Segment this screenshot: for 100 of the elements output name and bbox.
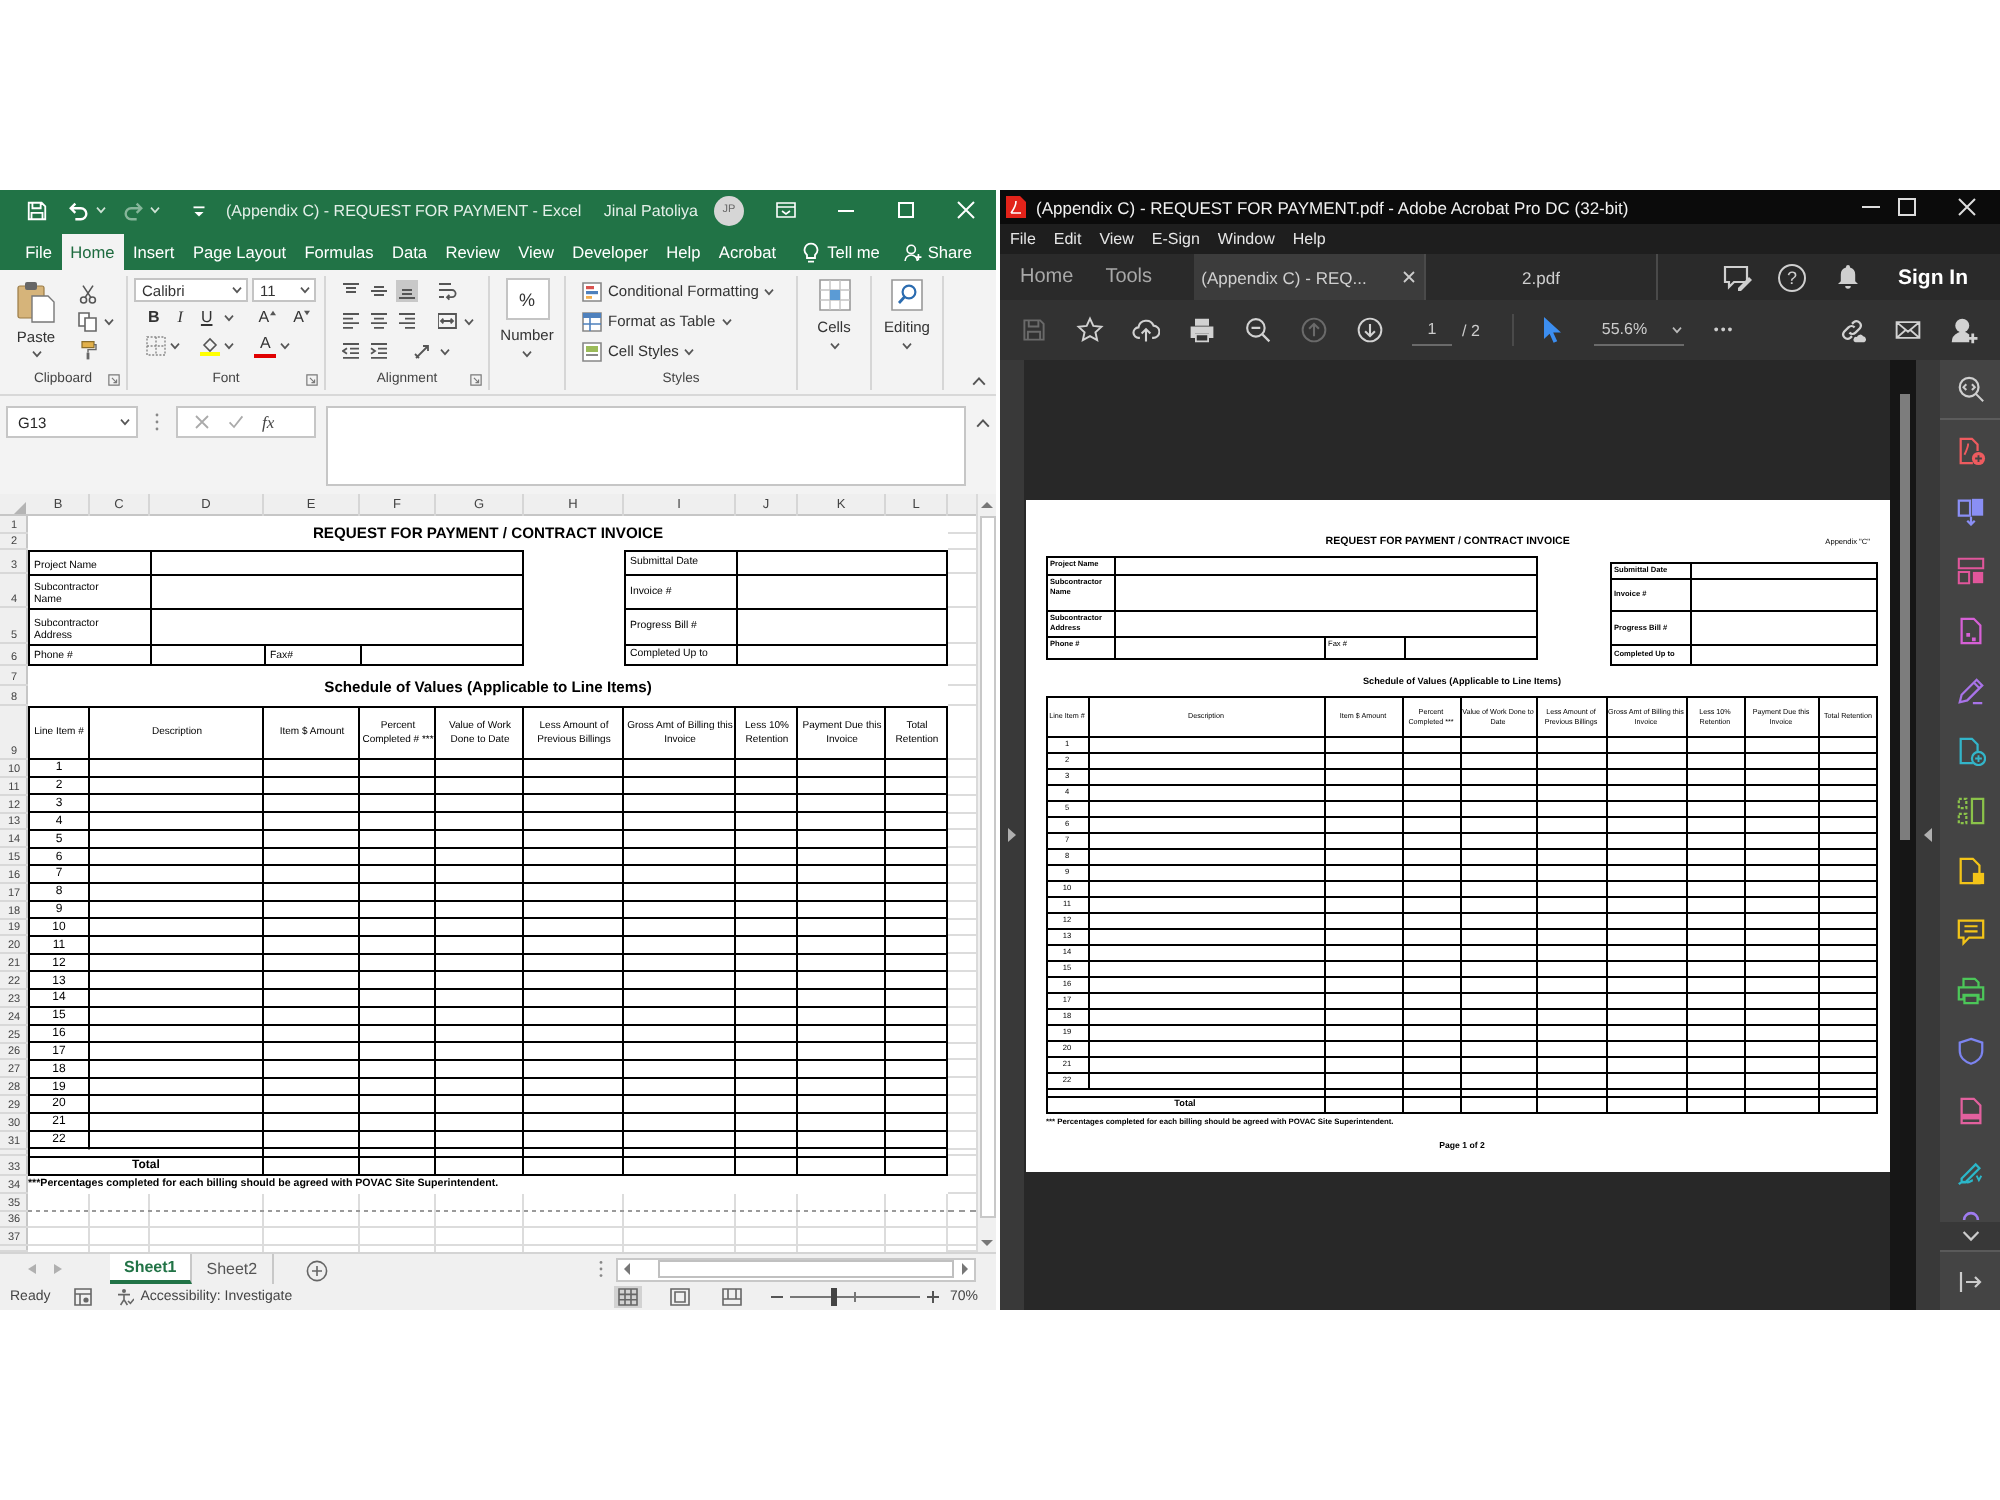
undo-icon[interactable] xyxy=(68,199,90,221)
formula-input[interactable] xyxy=(326,406,966,486)
grip-icon[interactable] xyxy=(598,1260,604,1278)
caret-icon[interactable] xyxy=(31,350,41,358)
caret-icon[interactable] xyxy=(300,286,310,294)
page-down-icon[interactable] xyxy=(1356,316,1384,344)
align-center-icon[interactable] xyxy=(368,310,390,332)
align-left-icon[interactable] xyxy=(340,310,362,332)
organize-pages-icon[interactable] xyxy=(1955,555,1985,585)
bold-button[interactable]: B xyxy=(142,307,166,329)
add-user-icon[interactable] xyxy=(1950,316,1978,344)
printer-icon[interactable] xyxy=(1188,316,1216,344)
caret-icon[interactable] xyxy=(764,287,775,295)
chevron-down-icon[interactable] xyxy=(1961,1230,1979,1242)
scroll-left-icon[interactable] xyxy=(620,1262,634,1276)
caret-icon[interactable] xyxy=(224,342,234,350)
ribbon-tab[interactable]: Help xyxy=(657,234,710,270)
caret-icon[interactable] xyxy=(104,318,114,326)
align-middle-icon[interactable] xyxy=(368,280,390,302)
shield-icon[interactable] xyxy=(1955,1035,1985,1065)
sheet-tab[interactable]: Sheet1 xyxy=(110,1254,193,1284)
caret-left-icon[interactable] xyxy=(1924,828,1932,842)
dialog-launcher-icon[interactable] xyxy=(306,373,319,385)
caret-icon[interactable] xyxy=(170,342,180,350)
menu-item[interactable]: E-Sign xyxy=(1151,230,1200,248)
dialog-launcher-icon[interactable] xyxy=(470,373,483,385)
caret-right-icon[interactable] xyxy=(1008,828,1016,842)
page-break-view-icon[interactable] xyxy=(717,1286,746,1308)
document-icon[interactable] xyxy=(1955,855,1985,885)
caret-icon[interactable] xyxy=(721,317,732,325)
zoom-dropdown[interactable]: 55.6% xyxy=(1593,315,1684,345)
document-plus-icon[interactable] xyxy=(1955,735,1985,765)
zoom-in-icon[interactable] xyxy=(925,1290,940,1304)
insert-function-button[interactable]: fx xyxy=(262,412,275,432)
caret-icon[interactable] xyxy=(464,317,474,325)
dialog-launcher-icon[interactable] xyxy=(108,373,120,385)
scrollbar-thumb[interactable] xyxy=(658,1260,954,1278)
bell-icon[interactable] xyxy=(1836,264,1860,290)
increase-indent-icon[interactable] xyxy=(368,340,390,362)
comment-icon[interactable] xyxy=(1955,915,1985,945)
ribbon-tab[interactable]: Insert xyxy=(123,234,184,270)
caret-icon[interactable] xyxy=(232,286,242,294)
collapse-ribbon-icon[interactable] xyxy=(972,376,986,386)
comment-icon[interactable] xyxy=(1722,263,1754,291)
close-icon[interactable] xyxy=(1958,198,1976,216)
caret-icon[interactable] xyxy=(280,342,291,350)
star-icon[interactable] xyxy=(1076,316,1104,344)
caret-icon[interactable] xyxy=(1671,325,1682,333)
normal-view-icon[interactable] xyxy=(613,1286,642,1308)
caret-icon[interactable] xyxy=(522,350,532,358)
decrease-font-size-button[interactable]: A xyxy=(287,307,316,329)
caret-icon[interactable] xyxy=(684,347,695,355)
zoom-icon[interactable] xyxy=(1955,374,1985,404)
increase-font-size-button[interactable]: A xyxy=(252,307,282,329)
macro-icon[interactable] xyxy=(74,1288,93,1306)
grip-icon[interactable] xyxy=(154,412,160,432)
menu-item[interactable]: Edit xyxy=(1053,230,1082,248)
wrap-text-icon[interactable] xyxy=(436,280,458,302)
help-button[interactable]: ? xyxy=(1778,263,1806,291)
pen-icon[interactable] xyxy=(1955,675,1985,705)
cells-icon[interactable] xyxy=(817,278,851,312)
share-button[interactable]: Share xyxy=(903,234,972,270)
caret-icon[interactable] xyxy=(440,347,450,355)
copy-icon[interactable] xyxy=(78,312,98,332)
zoom-out-icon[interactable] xyxy=(1244,316,1272,344)
search-icon[interactable] xyxy=(890,278,924,312)
tell-me-search[interactable]: Tell me xyxy=(801,234,880,270)
page-number-field[interactable]: 1 xyxy=(1412,315,1452,345)
document-icon[interactable] xyxy=(1955,1095,1985,1125)
align-bottom-icon[interactable] xyxy=(396,280,418,302)
scrollbar-thumb[interactable] xyxy=(1900,394,1910,840)
ribbon-display-icon[interactable] xyxy=(776,200,796,220)
nav-tab[interactable]: Home xyxy=(1000,254,1090,300)
collapse-formula-bar-icon[interactable] xyxy=(976,418,990,428)
ribbon-tab[interactable]: Home xyxy=(61,234,124,270)
menu-item[interactable]: Window xyxy=(1217,230,1275,248)
fill-color-icon[interactable] xyxy=(200,336,220,356)
combine-files-icon[interactable] xyxy=(1955,495,1985,525)
italic-button[interactable]: I xyxy=(171,307,189,329)
scissors-icon[interactable] xyxy=(78,284,98,304)
ribbon-tab[interactable]: View xyxy=(509,234,564,270)
underline-button[interactable]: U xyxy=(194,307,219,329)
caret-icon[interactable] xyxy=(120,418,130,426)
close-icon[interactable] xyxy=(1402,270,1417,284)
add-sheet-icon[interactable] xyxy=(305,1260,328,1282)
ribbon-tab[interactable]: Review xyxy=(436,234,510,270)
sign-in-button[interactable]: Sign In xyxy=(1898,265,1968,289)
page-layout-view-icon[interactable] xyxy=(665,1286,694,1308)
font-color-button[interactable]: A xyxy=(254,334,277,358)
collapse-pane-icon[interactable] xyxy=(1958,1269,1982,1293)
cloud-upload-icon[interactable] xyxy=(1132,316,1160,344)
scroll-right-icon[interactable] xyxy=(958,1262,972,1276)
menu-item[interactable]: File xyxy=(1010,230,1036,248)
document-plus-icon[interactable] xyxy=(1955,435,1985,465)
compress-icon[interactable] xyxy=(1955,795,1985,825)
ribbon-tab[interactable]: Page Layout xyxy=(183,234,296,270)
ribbon-tab[interactable]: File xyxy=(16,234,62,270)
document-tab[interactable]: (Appendix C) - REQ... xyxy=(1194,254,1426,300)
scroll-up-icon[interactable] xyxy=(980,498,994,512)
caret-icon[interactable] xyxy=(224,314,235,322)
